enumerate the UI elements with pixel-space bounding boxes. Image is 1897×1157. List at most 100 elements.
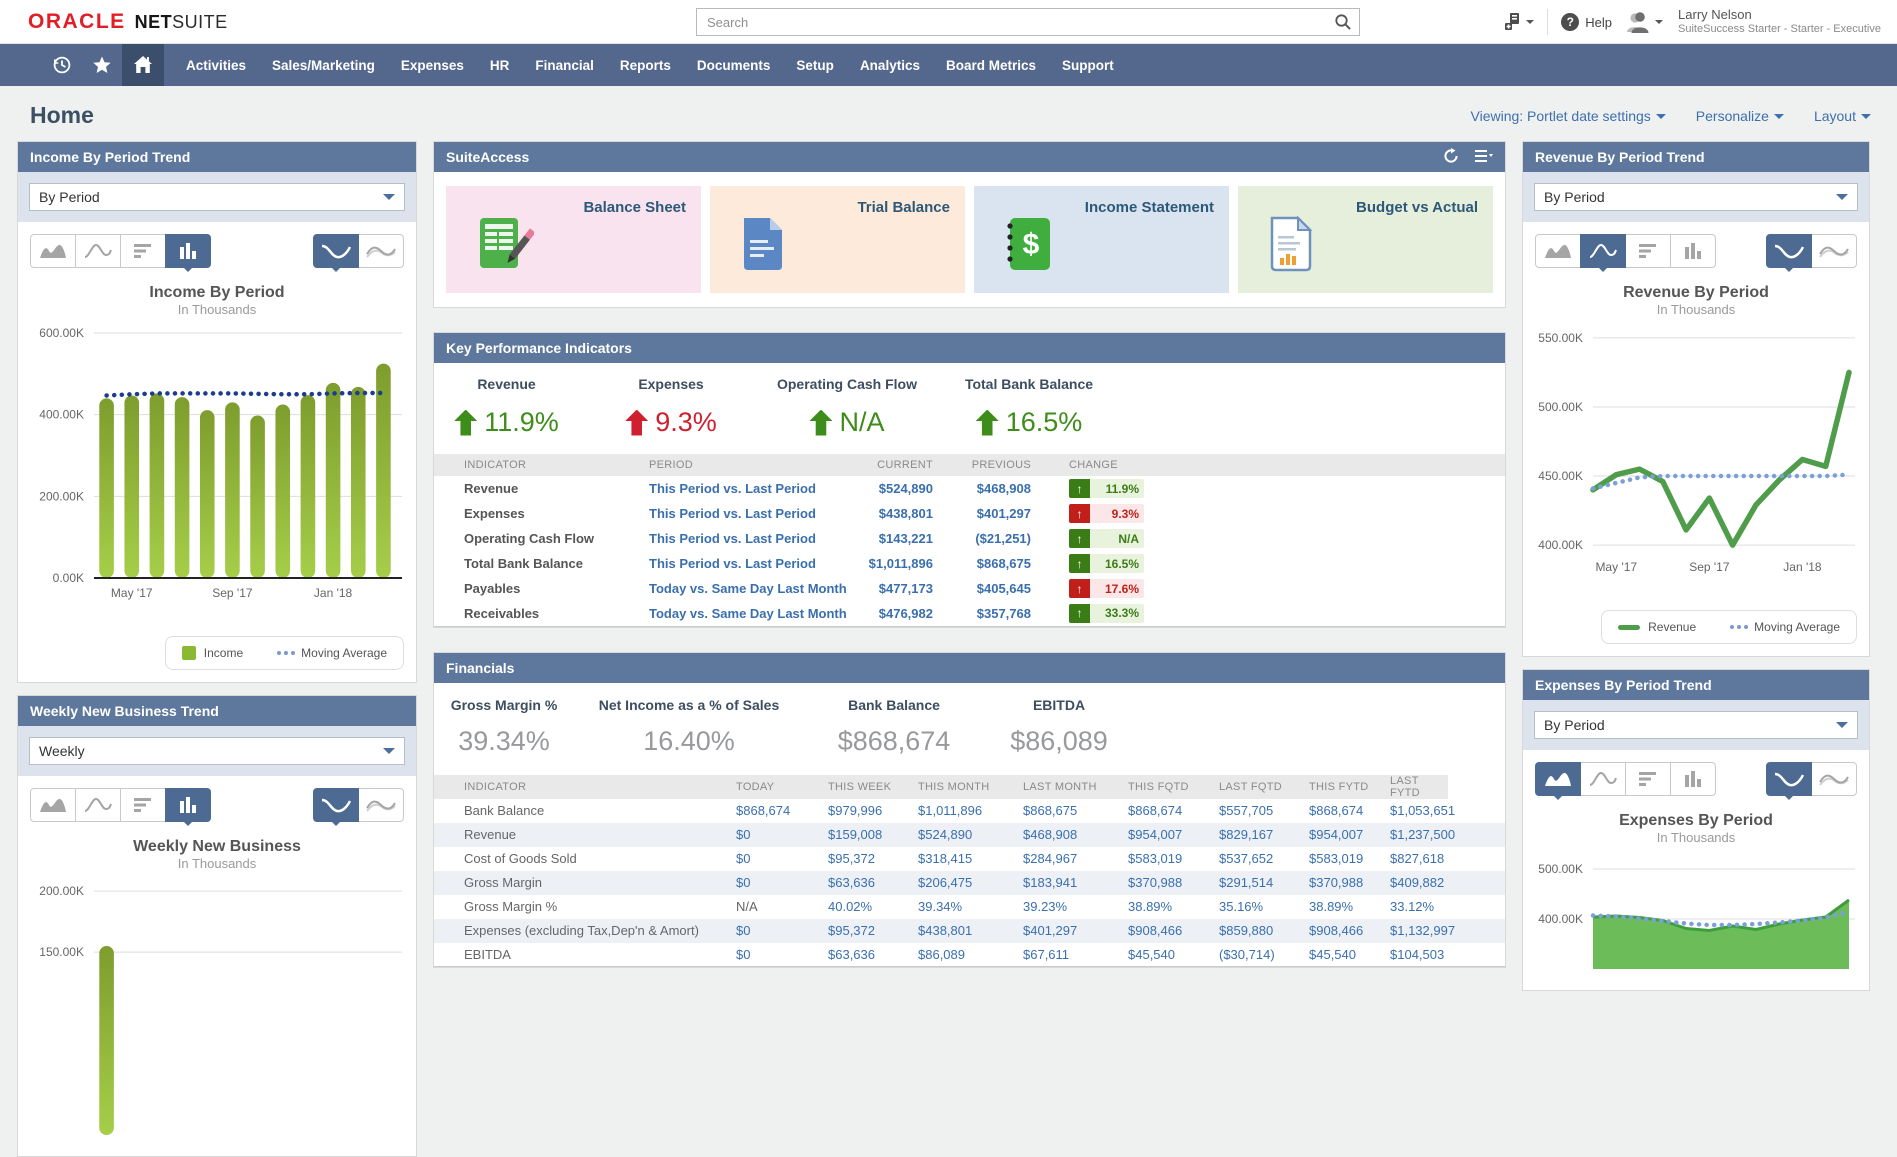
trial-balance-icon <box>740 216 786 277</box>
financials-table-row: Cost of Goods Sold$0$95,372$318,415$284,… <box>434 847 1505 871</box>
up-arrow-icon: ↑ <box>1069 479 1090 498</box>
nav-item-support[interactable]: Support <box>1062 58 1114 73</box>
portlet-menu-icon[interactable] <box>1475 149 1493 166</box>
chart-type-hbar-icon[interactable] <box>120 234 166 268</box>
svg-text:400.00K: 400.00K <box>39 408 84 422</box>
portlet-header[interactable]: Key Performance Indicators <box>434 333 1505 363</box>
filter-strip: By Period <box>1523 172 1869 222</box>
nav-item-expenses[interactable]: Expenses <box>401 58 464 73</box>
chart-card: Expenses By Period In Thousands 500.00K4… <box>1523 750 1869 990</box>
up-arrow-icon: ↑ <box>1069 604 1090 623</box>
change-badge: ↑9.3% <box>1069 504 1144 523</box>
help-button[interactable]: Help <box>1561 13 1612 31</box>
chart-type-vbar-icon[interactable] <box>165 788 211 822</box>
chart-type-hbar-icon[interactable] <box>120 788 166 822</box>
income-statement-icon: $ <box>1004 216 1058 277</box>
chart-type-hbar-icon[interactable] <box>1625 234 1671 268</box>
home-icon[interactable] <box>122 44 164 86</box>
shortcuts-star-icon[interactable] <box>82 44 122 86</box>
change-badge: ↑11.9% <box>1069 479 1144 498</box>
chart-card: Revenue By Period In Thousands 550.00K50… <box>1523 222 1869 656</box>
change-badge: ↑N/A <box>1069 529 1144 548</box>
layout-link[interactable]: Layout <box>1814 108 1871 124</box>
portlet-header[interactable]: Expenses By Period Trend <box>1523 670 1869 700</box>
overlay-compare-icon[interactable] <box>358 788 404 822</box>
help-icon <box>1561 13 1579 31</box>
tile-income-statement[interactable]: Income Statement $ <box>974 186 1229 293</box>
chart-type-area-icon[interactable] <box>1535 762 1581 796</box>
overlay-compare-icon[interactable] <box>1811 762 1857 796</box>
nav-item-sales-marketing[interactable]: Sales/Marketing <box>272 58 375 73</box>
overlay-compare-icon[interactable] <box>1811 234 1857 268</box>
chart-svg: 550.00K500.00K450.00K400.00KMay '17Sep '… <box>1535 325 1857 579</box>
nav-item-setup[interactable]: Setup <box>796 58 834 73</box>
portlet-header[interactable]: Income By Period Trend <box>18 142 416 172</box>
nav-item-hr[interactable]: HR <box>490 58 510 73</box>
nav-item-analytics[interactable]: Analytics <box>860 58 920 73</box>
portlet-header[interactable]: Financials <box>434 653 1505 683</box>
top-bar: ORACLE NETSUITE Help Larry Nelson SuiteS… <box>0 0 1897 44</box>
overlay-trend-icon[interactable] <box>1766 234 1812 268</box>
overlay-trend-icon[interactable] <box>1766 762 1812 796</box>
chart-type-area-icon[interactable] <box>30 788 76 822</box>
chart-type-area-icon[interactable] <box>30 234 76 268</box>
change-badge: ↑17.6% <box>1069 579 1144 598</box>
overlay-compare-icon[interactable] <box>358 234 404 268</box>
period-select[interactable]: By Period <box>29 183 405 211</box>
filter-strip: By Period <box>1523 700 1869 750</box>
revenue-trend-portlet: Revenue By Period Trend By Period Revenu… <box>1522 141 1870 657</box>
chart-type-line-icon[interactable] <box>75 788 121 822</box>
chart-title: Income By Period <box>30 284 404 302</box>
chevron-down-icon <box>1836 722 1848 734</box>
chart-card: Weekly New Business In Thousands 200.00K… <box>18 776 416 1156</box>
chart-type-vbar-icon[interactable] <box>1670 762 1716 796</box>
period-select[interactable]: By Period <box>1534 711 1858 739</box>
svg-text:$: $ <box>1023 228 1040 261</box>
viewing-settings-link[interactable]: Viewing: Portlet date settings <box>1471 108 1666 124</box>
chart-type-hbar-icon[interactable] <box>1625 762 1671 796</box>
tile-trial-balance[interactable]: Trial Balance <box>710 186 965 293</box>
expenses-trend-portlet: Expenses By Period Trend By Period Expen… <box>1522 669 1870 991</box>
nav-item-documents[interactable]: Documents <box>697 58 771 73</box>
chart-type-line-icon[interactable] <box>75 234 121 268</box>
search-icon[interactable] <box>1334 13 1352 36</box>
portlet-header[interactable]: SuiteAccess <box>434 142 1505 172</box>
portlet-header[interactable]: Revenue By Period Trend <box>1523 142 1869 172</box>
svg-text:0.00K: 0.00K <box>53 571 84 585</box>
up-arrow-icon <box>809 410 832 436</box>
chart-toolbar <box>30 788 404 822</box>
svg-text:400.00K: 400.00K <box>1538 912 1583 926</box>
chart-type-vbar-icon[interactable] <box>1670 234 1716 268</box>
user-avatar[interactable] <box>1625 10 1663 34</box>
income-by-period-chart: 600.00K400.00K200.00K0.00KMay '17Sep '17… <box>30 325 404 610</box>
overlay-trend-icon[interactable] <box>313 788 359 822</box>
tile-label: Balance Sheet <box>583 199 686 216</box>
overlay-trend-icon[interactable] <box>313 234 359 268</box>
nav-item-board-metrics[interactable]: Board Metrics <box>946 58 1036 73</box>
expenses-by-period-chart: 500.00K400.00K <box>1535 853 1857 978</box>
page-header-row: Home Viewing: Portlet date settings Pers… <box>0 86 1897 141</box>
search-input[interactable] <box>696 8 1360 36</box>
tile-balance-sheet[interactable]: Balance Sheet <box>446 186 701 293</box>
portlet-header[interactable]: Weekly New Business Trend <box>18 696 416 726</box>
refresh-icon[interactable] <box>1443 148 1459 167</box>
recent-records-icon[interactable] <box>42 44 82 86</box>
left-column: Income By Period Trend By Period Income … <box>17 141 417 1157</box>
chart-type-vbar-icon[interactable] <box>165 234 211 268</box>
weekly-select[interactable]: Weekly <box>29 737 405 765</box>
kpi-table-row: ExpensesThis Period vs. Last Period$438,… <box>434 501 1505 526</box>
financials-table: INDICATORTODAYTHIS WEEKTHIS MONTHLAST MO… <box>434 775 1505 968</box>
nav-item-financial[interactable]: Financial <box>535 58 594 73</box>
top-right-cluster: Help Larry Nelson SuiteSuccess Starter -… <box>1503 0 1881 44</box>
chart-type-line-icon[interactable] <box>1580 762 1626 796</box>
nav-item-activities[interactable]: Activities <box>186 58 246 73</box>
tile-budget-vs-actual[interactable]: Budget vs Actual <box>1238 186 1493 293</box>
personalize-link[interactable]: Personalize <box>1696 108 1784 124</box>
period-select[interactable]: By Period <box>1534 183 1858 211</box>
chart-type-area-icon[interactable] <box>1535 234 1581 268</box>
chart-type-line-icon[interactable] <box>1580 234 1626 268</box>
nav-item-reports[interactable]: Reports <box>620 58 671 73</box>
create-new-icon[interactable] <box>1503 12 1534 32</box>
financials-headline-row: Gross Margin %39.34%Net Income as a % of… <box>434 683 1505 775</box>
svg-text:May '17: May '17 <box>111 586 153 600</box>
